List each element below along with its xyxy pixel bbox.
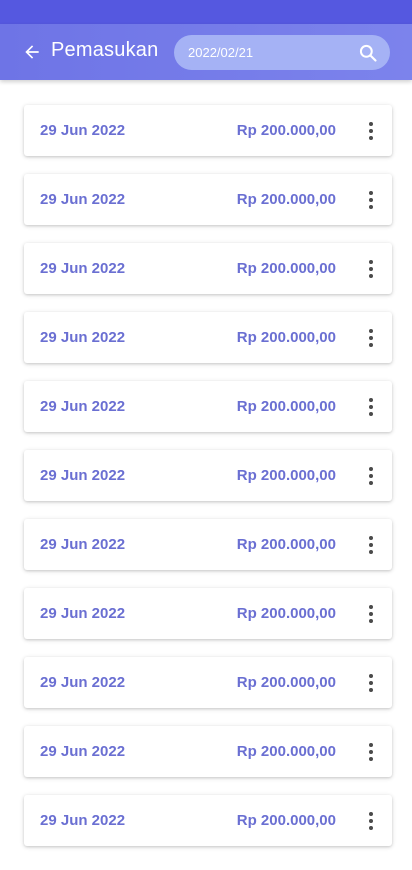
item-amount: Rp 200.000,00 bbox=[236, 536, 336, 553]
app-bar: Pemasukan bbox=[0, 24, 412, 80]
list-item[interactable]: 29 Jun 2022 Rp 200.000,00 bbox=[24, 312, 392, 363]
item-amount: Rp 200.000,00 bbox=[236, 605, 336, 622]
item-date: 29 Jun 2022 bbox=[40, 605, 126, 622]
item-amount: Rp 200.000,00 bbox=[236, 398, 336, 415]
more-vert-icon[interactable] bbox=[362, 602, 380, 626]
more-vert-icon[interactable] bbox=[362, 326, 380, 350]
item-amount: Rp 200.000,00 bbox=[236, 674, 336, 691]
item-amount: Rp 200.000,00 bbox=[236, 467, 336, 484]
item-date: 29 Jun 2022 bbox=[40, 743, 126, 760]
more-vert-icon[interactable] bbox=[362, 740, 380, 764]
list-item[interactable]: 29 Jun 2022 Rp 200.000,00 bbox=[24, 795, 392, 846]
item-date: 29 Jun 2022 bbox=[40, 536, 126, 553]
search-icon bbox=[359, 44, 377, 62]
search-box[interactable] bbox=[174, 35, 390, 70]
item-amount: Rp 200.000,00 bbox=[236, 122, 336, 139]
item-date: 29 Jun 2022 bbox=[40, 329, 126, 346]
arrow-left-icon bbox=[25, 45, 39, 59]
item-date: 29 Jun 2022 bbox=[40, 812, 126, 829]
list-item[interactable]: 29 Jun 2022 Rp 200.000,00 bbox=[24, 105, 392, 156]
list-item[interactable]: 29 Jun 2022 Rp 200.000,00 bbox=[24, 657, 392, 708]
search-button[interactable] bbox=[358, 43, 378, 63]
list-item[interactable]: 29 Jun 2022 Rp 200.000,00 bbox=[24, 726, 392, 777]
item-date: 29 Jun 2022 bbox=[40, 191, 126, 208]
item-date: 29 Jun 2022 bbox=[40, 467, 126, 484]
item-amount: Rp 200.000,00 bbox=[236, 743, 336, 760]
more-vert-icon[interactable] bbox=[362, 464, 380, 488]
item-date: 29 Jun 2022 bbox=[40, 260, 126, 277]
list-item[interactable]: 29 Jun 2022 Rp 200.000,00 bbox=[24, 519, 392, 570]
list-item[interactable]: 29 Jun 2022 Rp 200.000,00 bbox=[24, 588, 392, 639]
search-input[interactable] bbox=[188, 35, 348, 70]
more-vert-icon[interactable] bbox=[362, 671, 380, 695]
status-bar bbox=[0, 0, 412, 24]
list-item[interactable]: 29 Jun 2022 Rp 200.000,00 bbox=[24, 381, 392, 432]
list-item[interactable]: 29 Jun 2022 Rp 200.000,00 bbox=[24, 243, 392, 294]
more-vert-icon[interactable] bbox=[362, 533, 380, 557]
back-button[interactable] bbox=[20, 40, 44, 64]
list-item[interactable]: 29 Jun 2022 Rp 200.000,00 bbox=[24, 174, 392, 225]
more-vert-icon[interactable] bbox=[362, 188, 380, 212]
item-date: 29 Jun 2022 bbox=[40, 122, 126, 139]
item-date: 29 Jun 2022 bbox=[40, 398, 126, 415]
more-vert-icon[interactable] bbox=[362, 257, 380, 281]
page-title: Pemasukan bbox=[51, 39, 159, 61]
list-item[interactable]: 29 Jun 2022 Rp 200.000,00 bbox=[24, 450, 392, 501]
income-list: 29 Jun 2022 Rp 200.000,00 29 Jun 2022 Rp… bbox=[24, 105, 392, 864]
item-date: 29 Jun 2022 bbox=[40, 674, 126, 691]
more-vert-icon[interactable] bbox=[362, 119, 380, 143]
item-amount: Rp 200.000,00 bbox=[236, 191, 336, 208]
more-vert-icon[interactable] bbox=[362, 395, 380, 419]
more-vert-icon[interactable] bbox=[362, 809, 380, 833]
item-amount: Rp 200.000,00 bbox=[236, 260, 336, 277]
item-amount: Rp 200.000,00 bbox=[236, 329, 336, 346]
item-amount: Rp 200.000,00 bbox=[236, 812, 336, 829]
